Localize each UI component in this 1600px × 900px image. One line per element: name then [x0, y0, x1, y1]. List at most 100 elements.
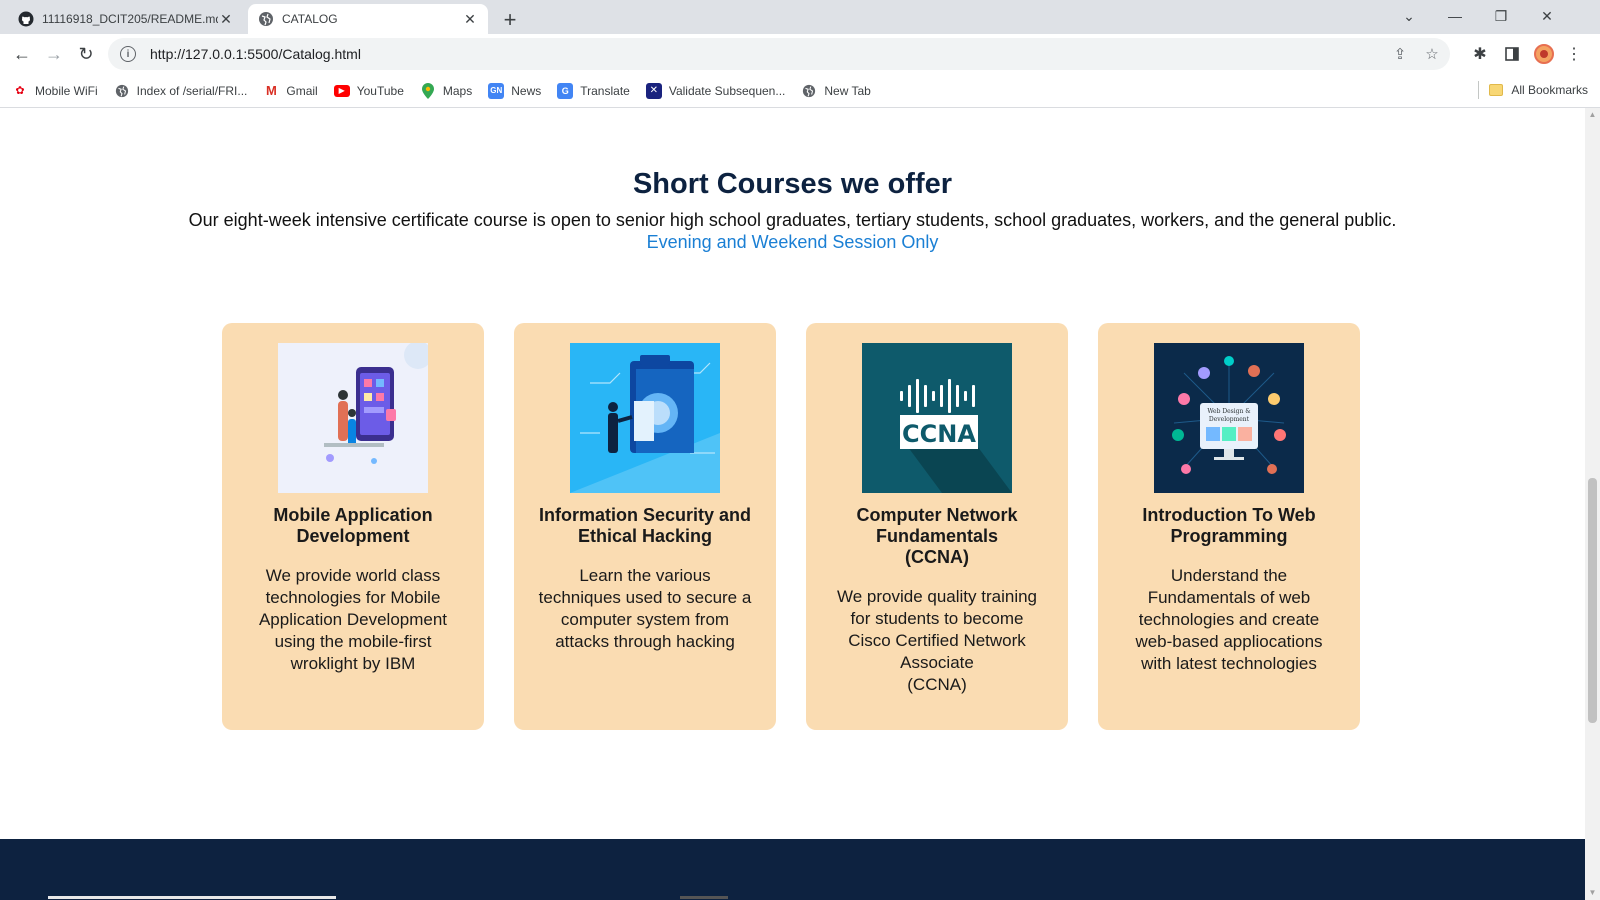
bookmark-label: Index of /serial/FRI... [136, 83, 248, 98]
course-intro-text: Our eight-week intensive certificate cou… [188, 210, 1397, 230]
minimize-button[interactable]: — [1432, 0, 1478, 32]
tab-catalog[interactable]: CATALOG ✕ [248, 4, 488, 34]
course-desc-line: wroklight by IBM [290, 654, 416, 673]
globe-icon [114, 83, 130, 99]
session-note: Evening and Weekend Session Only [646, 232, 939, 252]
ccna-logo: CCNA [862, 343, 1012, 493]
course-description: Learn the various techniques used to sec… [530, 565, 760, 653]
course-desc-line: (CCNA) [907, 675, 967, 694]
course-title-line: Information Security and [538, 505, 752, 525]
bookmark-youtube[interactable]: ▶ YouTube [333, 83, 404, 98]
new-tab-button[interactable]: + [496, 6, 524, 34]
tab-title: CATALOG [282, 12, 338, 26]
tab-readme[interactable]: 11116918_DCIT205/README.md ✕ [8, 4, 244, 34]
github-icon [18, 11, 34, 27]
course-desc-line: using the mobile-first [274, 632, 432, 651]
bookmark-translate[interactable]: G Translate [557, 82, 630, 99]
scroll-down-arrow[interactable]: ▼ [1588, 888, 1597, 898]
bookmark-label: News [511, 83, 542, 98]
course-desc-line: Fundamentals of web [1147, 588, 1311, 607]
footer-divider [48, 896, 336, 899]
course-desc-line: Learn the various [579, 566, 711, 585]
bookmark-validate[interactable]: ✕ Validate Subsequen... [645, 82, 785, 99]
bookmark-new-tab[interactable]: New Tab [801, 83, 871, 99]
side-panel-icon[interactable] [1498, 40, 1526, 68]
bookmark-label: Translate [580, 83, 630, 98]
tab-strip: 11116918_DCIT205/README.md ✕ CATALOG ✕ +… [0, 0, 1600, 34]
all-bookmarks-button[interactable]: All Bookmarks [1478, 81, 1588, 99]
bookmark-label: YouTube [356, 83, 404, 98]
bookmark-label: Maps [442, 83, 473, 98]
bookmark-mobile-wifi[interactable]: ✿ Mobile WiFi [12, 83, 98, 99]
close-tab-icon[interactable]: ✕ [218, 11, 234, 27]
translate-icon: G [557, 82, 574, 99]
close-window-button[interactable]: ✕ [1524, 0, 1570, 32]
browser-toolbar: ← → ↻ i http://127.0.0.1:5500/Catalog.ht… [0, 34, 1600, 74]
profile-avatar[interactable] [1530, 40, 1558, 68]
globe-icon [258, 11, 274, 27]
course-title: Computer Network Fundamentals (CCNA) [816, 505, 1058, 568]
globe-icon [801, 83, 817, 99]
page-heading: Short Courses we offer [632, 168, 953, 200]
course-desc-line: attacks through hacking [555, 632, 735, 651]
site-info-icon[interactable]: i [120, 46, 136, 62]
restore-button[interactable]: ❐ [1478, 0, 1524, 32]
reload-button[interactable]: ↻ [72, 40, 100, 68]
course-desc-line: We provide quality training [836, 587, 1037, 606]
folder-icon [1489, 84, 1504, 96]
bookmark-label: Mobile WiFi [35, 83, 98, 98]
back-button[interactable]: ← [8, 40, 36, 68]
course-desc-line: web-based appliocations [1135, 632, 1323, 651]
page-footer [0, 839, 1585, 900]
tab-search-icon[interactable]: ⌄ [1386, 0, 1432, 32]
address-bar[interactable]: i http://127.0.0.1:5500/Catalog.html ⇪ ☆ [108, 38, 1450, 70]
web-design-illustration: Web Design & Development [1154, 343, 1304, 493]
course-card-ccna: CCNA Computer Network Fundamentals (CCNA… [806, 323, 1068, 730]
course-desc-line: Associate [900, 653, 974, 672]
course-desc-line: Understand the [1170, 566, 1288, 585]
course-title: Information Security and Ethical Hacking [524, 505, 766, 547]
course-title-line: Computer Network [856, 505, 1018, 525]
bookmark-index-serial[interactable]: Index of /serial/FRI... [114, 83, 248, 99]
course-desc-line: computer system from [560, 610, 730, 629]
scroll-up-arrow[interactable]: ▲ [1588, 110, 1597, 120]
bookmarks-bar: ✿ Mobile WiFi Index of /serial/FRI... M … [0, 74, 1600, 108]
security-illustration [570, 343, 720, 493]
bookmark-maps[interactable]: Maps [420, 82, 473, 99]
course-desc-line: technologies and create [1138, 610, 1320, 629]
gmail-icon: M [265, 83, 277, 98]
course-description: Understand the Fundamentals of web techn… [1114, 565, 1344, 675]
news-icon: GN [488, 82, 505, 99]
bookmark-news[interactable]: GN News [488, 82, 542, 99]
course-title-line: Development [296, 526, 410, 546]
page-scrollbar[interactable]: ▲ ▼ [1585, 108, 1600, 900]
bookmark-star-icon[interactable]: ☆ [1418, 40, 1446, 68]
url-text[interactable]: http://127.0.0.1:5500/Catalog.html [150, 46, 1386, 62]
bookmark-label: New Tab [824, 83, 871, 98]
extensions-icon[interactable]: ✱ [1466, 40, 1494, 68]
validate-icon: ✕ [645, 82, 662, 99]
course-title: Mobile Application Development [232, 505, 474, 547]
menu-icon[interactable]: ⋮ [1560, 40, 1588, 68]
course-card-web: Web Design & Development Introduction To… [1098, 323, 1360, 730]
share-icon[interactable]: ⇪ [1386, 40, 1414, 68]
bookmark-gmail[interactable]: M Gmail [263, 83, 318, 99]
scroll-thumb[interactable] [1588, 478, 1597, 723]
course-description: We provide world class technologies for … [238, 565, 468, 675]
illustration-caption: Development [1209, 416, 1250, 423]
maps-icon [420, 82, 436, 99]
course-desc-line: with latest technologies [1141, 654, 1317, 673]
huawei-icon: ✿ [15, 85, 25, 97]
footer-divider [680, 896, 728, 899]
course-desc-line: for students to become [850, 609, 1024, 628]
mobile-app-illustration [278, 343, 428, 493]
course-desc-line: We provide world class [265, 566, 441, 585]
course-title: Introduction To Web Programming [1108, 505, 1350, 547]
divider [1478, 81, 1480, 99]
course-desc-line: technologies for Mobile [265, 588, 441, 607]
tab-title: 11116918_DCIT205/README.md [42, 12, 218, 26]
close-tab-icon[interactable]: ✕ [462, 11, 478, 27]
course-card-security: Information Security and Ethical Hacking… [514, 323, 776, 730]
course-card-mobile: Mobile Application Development We provid… [222, 323, 484, 730]
forward-button[interactable]: → [40, 40, 68, 68]
